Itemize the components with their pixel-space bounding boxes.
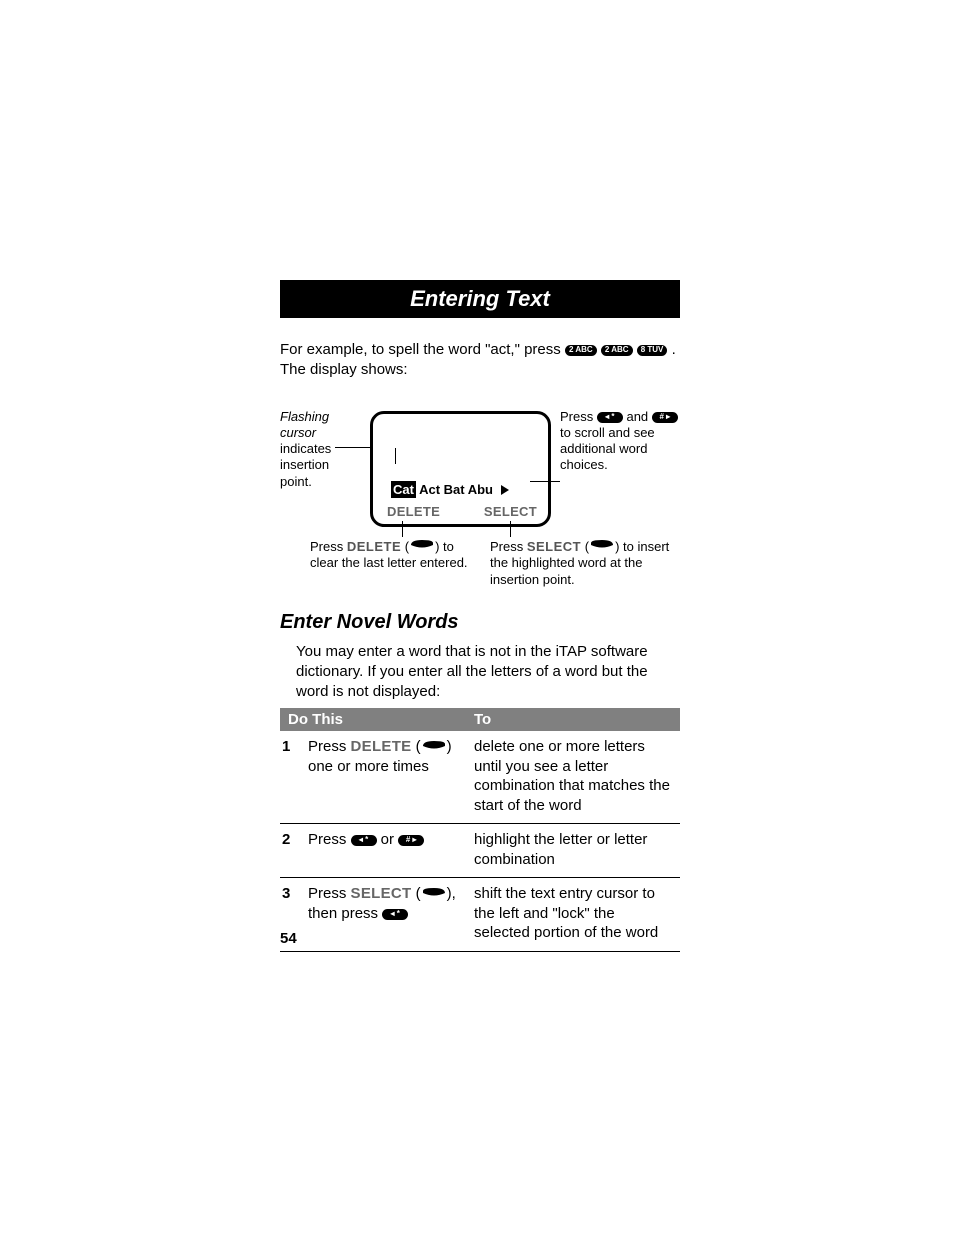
callout-scroll-prefix: Press xyxy=(560,409,597,424)
callout-cursor: Flashing cursor indicates insertion poin… xyxy=(280,409,350,490)
page-number: 54 xyxy=(280,930,297,947)
word-suggestions: Cat Act Bat Abu xyxy=(391,482,509,498)
cursor-icon xyxy=(395,448,396,464)
step-result: shift the text entry cursor to the left … xyxy=(466,878,680,952)
table-row: 1 Press DELETE () one or more times dele… xyxy=(280,731,680,824)
word-highlighted: Cat xyxy=(391,481,416,498)
col-dothis: Do This xyxy=(280,708,466,731)
scroll-right-icon xyxy=(501,483,509,498)
intro-paragraph: For example, to spell the word "act," pr… xyxy=(280,340,680,381)
callout-delete: Press DELETE () to clear the last letter… xyxy=(310,539,470,572)
scroll-left-key-icon: ◂ * xyxy=(597,412,623,423)
callout-line xyxy=(510,521,511,537)
callout-scroll: Press ◂ * and # ▸ to scroll and see addi… xyxy=(560,409,680,474)
word-others: Act Bat Abu xyxy=(416,482,493,497)
step-number: 2 xyxy=(280,824,300,878)
callout-cursor-lead: Flashing cursor xyxy=(280,409,329,440)
col-to: To xyxy=(466,708,680,731)
callout-scroll-and: and xyxy=(626,409,651,424)
subsection-heading: Enter Novel Words xyxy=(280,611,680,634)
step-result: delete one or more letters until you see… xyxy=(466,731,680,824)
callout-line xyxy=(402,521,403,537)
left-softkey-icon xyxy=(409,539,435,555)
section-header: Entering Text xyxy=(280,280,680,318)
right-softkey-icon xyxy=(421,885,447,905)
callout-cursor-rest: indicates insertion point. xyxy=(280,441,331,489)
step-action: Press ◂ * or # ▸ xyxy=(300,824,466,878)
scroll-left-key-icon: ◂ * xyxy=(351,835,377,846)
callout-select: Press SELECT () to insert the highlighte… xyxy=(490,539,680,588)
scroll-right-key-icon: # ▸ xyxy=(398,835,424,846)
callout-scroll-rest: to scroll and see additional word choice… xyxy=(560,425,655,473)
right-softkey-icon xyxy=(589,539,615,555)
softkey-left-label: DELETE xyxy=(387,504,440,519)
scroll-right-key-icon: # ▸ xyxy=(652,412,678,423)
step-action: Press DELETE () one or more times xyxy=(300,731,466,824)
steps-table: Do This To 1 Press DELETE () one or more… xyxy=(280,708,680,952)
intro-prefix: For example, to spell the word "act," pr… xyxy=(280,341,565,358)
scroll-left-key-icon: ◂ * xyxy=(382,909,408,920)
step-result: highlight the letter or letter combinati… xyxy=(466,824,680,878)
step-number: 1 xyxy=(280,731,300,824)
phone-screen: Cat Act Bat Abu DELETE SELECT xyxy=(370,411,551,527)
table-row: 2 Press ◂ * or # ▸ highlight the letter … xyxy=(280,824,680,878)
key-8tuv-icon: 8 TUV xyxy=(637,340,668,360)
novel-paragraph: You may enter a word that is not in the … xyxy=(296,642,680,703)
softkey-right-label: SELECT xyxy=(484,504,537,519)
callout-line xyxy=(530,481,560,482)
key-2abc-icon: 2 ABC xyxy=(565,340,597,360)
phone-diagram: Flashing cursor indicates insertion poin… xyxy=(280,401,680,591)
step-action: Press SELECT (), then press ◂ * xyxy=(300,878,466,952)
table-row: 3 Press SELECT (), then press ◂ * shift … xyxy=(280,878,680,952)
left-softkey-icon xyxy=(421,738,447,758)
key-2abc-icon: 2 ABC xyxy=(601,340,633,360)
section-header-title: Entering Text xyxy=(410,286,550,312)
